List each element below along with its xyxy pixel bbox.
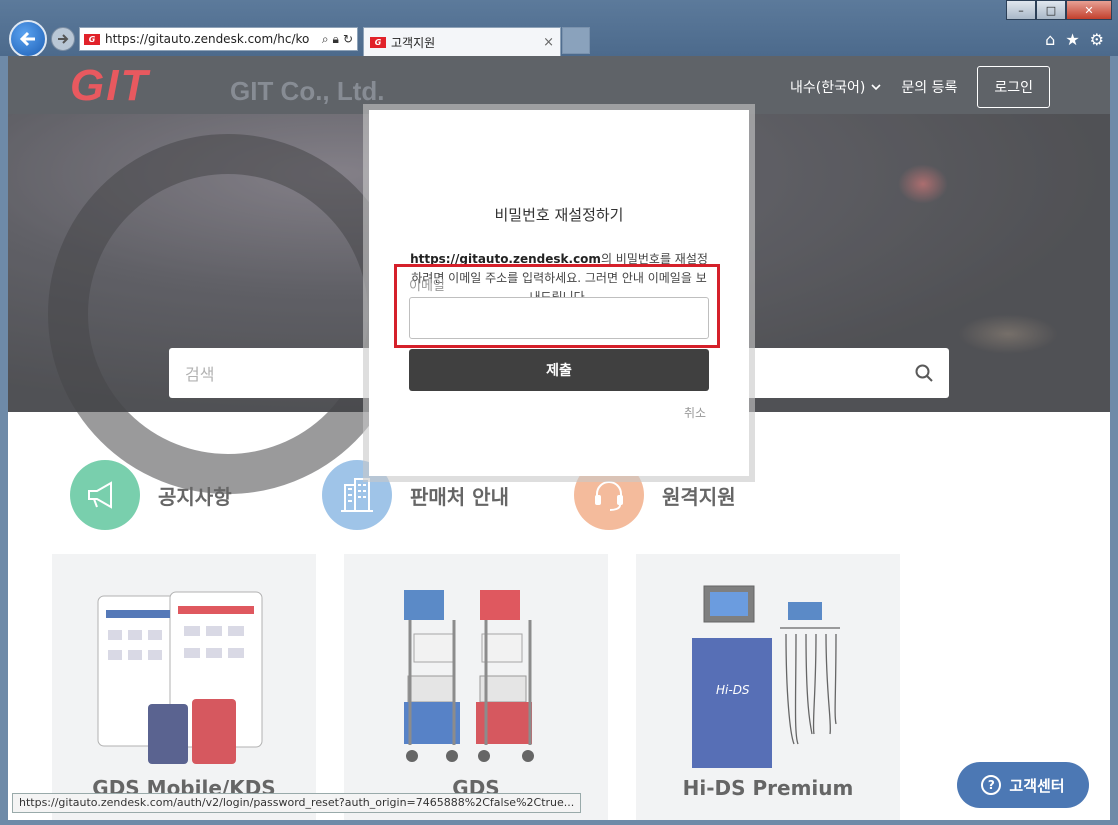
- email-field[interactable]: [409, 297, 709, 339]
- new-tab-button[interactable]: [562, 27, 590, 54]
- arrow-left-icon: [19, 31, 35, 47]
- tab-favicon: G: [370, 36, 386, 48]
- cancel-link[interactable]: 취소: [684, 404, 706, 421]
- arrow-right-icon: [58, 34, 69, 44]
- browser-chrome: – □ ✕ G https://gitauto.zendesk.com/hc/k…: [0, 0, 1118, 58]
- address-tools: ⌕ 🔒︎ ↻: [322, 32, 353, 47]
- email-label: 이메일: [409, 279, 445, 294]
- home-icon[interactable]: ⌂: [1045, 30, 1055, 49]
- browser-tools: ⌂ ★ ⚙: [1045, 30, 1104, 49]
- gear-icon[interactable]: ⚙: [1090, 30, 1104, 49]
- close-window-button[interactable]: ✕: [1066, 0, 1112, 20]
- site-favicon: G: [84, 33, 100, 45]
- star-icon[interactable]: ★: [1065, 30, 1079, 49]
- lock-icon[interactable]: 🔒︎: [333, 32, 339, 47]
- status-bar-url: https://gitauto.zendesk.com/auth/v2/logi…: [12, 793, 582, 813]
- refresh-icon[interactable]: ↻: [343, 32, 353, 47]
- back-button[interactable]: [9, 20, 47, 58]
- address-bar[interactable]: G https://gitauto.zendesk.com/hc/ko ⌕ 🔒︎…: [79, 27, 358, 51]
- dialog-title: 비밀번호 재설정하기: [494, 206, 624, 224]
- maximize-button[interactable]: □: [1036, 0, 1066, 20]
- search-icon[interactable]: ⌕: [322, 32, 329, 47]
- tab-title: 고객지원: [391, 35, 436, 50]
- minimize-button[interactable]: –: [1006, 0, 1036, 20]
- address-url[interactable]: https://gitauto.zendesk.com/hc/ko: [105, 32, 322, 46]
- web-page: GIT GIT Co., Ltd. 내수(한국어) 문의 등록 로그인 검색 공…: [8, 56, 1110, 820]
- submit-button[interactable]: 제출: [409, 349, 709, 391]
- forward-button[interactable]: [51, 27, 75, 51]
- window-controls: – □ ✕: [1006, 0, 1112, 20]
- tab-support[interactable]: G 고객지원 ×: [363, 27, 561, 56]
- tab-close-icon[interactable]: ×: [543, 35, 554, 50]
